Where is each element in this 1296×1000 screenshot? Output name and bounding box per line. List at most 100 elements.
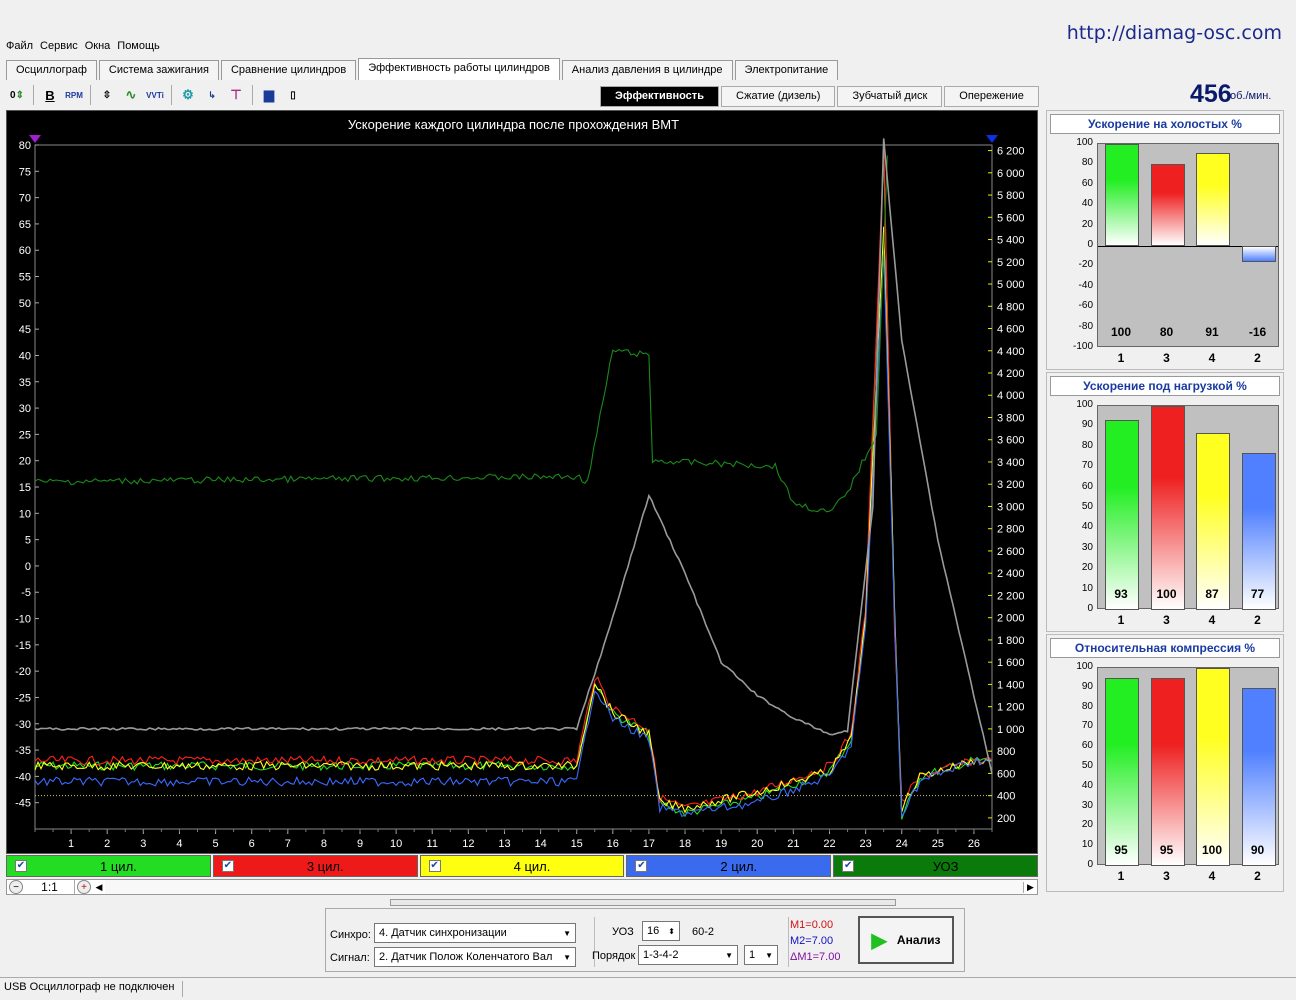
menu-help[interactable]: Помощь <box>117 40 160 52</box>
panel-load-acceleration: Ускорение под нагрузкой % 100 90 80 70 60 50 4… <box>1046 372 1284 632</box>
tab-cylinder-efficiency[interactable]: Эффективность работы цилиндров <box>358 58 560 80</box>
bar-value-label: 95 <box>1159 843 1174 857</box>
histogram-icon[interactable]: ▯ <box>282 84 304 106</box>
y-right-tick-label: 800 <box>997 746 1015 758</box>
bar-cyl-label: 3 <box>1163 869 1170 883</box>
x-tick-label: 23 <box>859 838 871 850</box>
y-right-tick-label: 3 400 <box>997 457 1025 469</box>
panel-title: Ускорение под нагрузкой % <box>1050 376 1280 396</box>
chevron-down-icon: ▼ <box>725 950 733 960</box>
panel-splitter[interactable] <box>390 899 896 906</box>
bar-cyl-1 <box>1105 677 1139 866</box>
y-left-tick-label: 60 <box>19 245 31 257</box>
bar-value-label: 80 <box>1159 325 1174 339</box>
legend-cyl-2[interactable]: ✔ 2 цил. <box>626 855 832 877</box>
spinner-arrows-icon[interactable]: ⬍ <box>668 927 675 936</box>
subtab-efficiency[interactable]: Эффективность <box>600 86 719 107</box>
bar-y-tick-label: 10 <box>1081 582 1093 594</box>
checkbox-icon[interactable]: ✔ <box>842 860 855 872</box>
subtab-advance[interactable]: Опережение <box>944 86 1039 107</box>
bar-y-tick-label: -80 <box>1078 320 1093 332</box>
legend-cyl-4[interactable]: ✔ 4 цил. <box>419 855 625 877</box>
menu-file[interactable]: Файл <box>6 40 33 52</box>
tab-ignition[interactable]: Система зажигания <box>98 60 219 80</box>
bar-y-tick-label: 60 <box>1081 740 1093 752</box>
vvti-icon[interactable]: VVTi <box>144 84 166 106</box>
zoom-level: 1:1 <box>25 880 75 894</box>
bar-value-label: 77 <box>1250 587 1265 601</box>
series-line-5 <box>34 155 888 513</box>
y-right-tick-label: 2 400 <box>997 568 1025 580</box>
zero-arrows-icon[interactable]: 0 ⇕ <box>6 84 28 106</box>
legend-uoz[interactable]: ✔ УОЗ <box>833 855 1038 877</box>
legend-cyl-3[interactable]: ✔ 3 цил. <box>212 855 418 877</box>
marker-m2: M2=7.00 <box>790 935 834 947</box>
order-select[interactable]: 1-3-4-2 ▼ <box>638 945 738 965</box>
scroll-right-icon[interactable]: ▶ <box>1023 881 1037 893</box>
subtab-toothed-disc[interactable]: Зубчатый диск <box>837 86 943 107</box>
teeth-value: 60-2 <box>692 926 715 938</box>
menu-service[interactable]: Сервис <box>40 40 78 52</box>
bar-graph <box>1097 667 1279 866</box>
scroll-left-icon[interactable]: ◀ <box>93 882 105 893</box>
y-left-tick-label: 25 <box>19 429 31 441</box>
bar-cyl-label: 2 <box>1254 613 1261 627</box>
waves-icon[interactable]: ∿ <box>120 84 142 106</box>
bar-value-label: 91 <box>1205 325 1219 339</box>
bar-y-tick-label: 90 <box>1081 419 1093 431</box>
marker-icon[interactable]: ⊤ <box>225 84 247 106</box>
y-right-tick-label: 5 400 <box>997 235 1025 247</box>
checkbox-icon[interactable]: ✔ <box>221 860 234 872</box>
bar-y-tick-label: 40 <box>1081 521 1093 533</box>
rpm-icon[interactable]: RPM <box>63 84 85 106</box>
horizontal-scrollbar[interactable] <box>105 880 1023 894</box>
bar-cyl-label: 1 <box>1117 869 1125 883</box>
signal-value: 2. Датчик Полож Коленчатого Вал <box>379 951 553 963</box>
bold-b-icon[interactable]: B <box>39 84 61 106</box>
y-right-tick-label: 2 800 <box>997 524 1025 536</box>
subtab-compression-diesel[interactable]: Сжатие (дизель) <box>720 86 836 107</box>
bar-cyl-label: 1 <box>1117 351 1125 365</box>
bar-y-tick-label: -40 <box>1078 279 1093 291</box>
sync-label: Синхро: <box>330 929 371 941</box>
checkbox-icon[interactable]: ✔ <box>15 860 27 872</box>
tab-pressure-analysis[interactable]: Анализ давления в цилиндре <box>561 60 733 80</box>
y-left-tick-label: 20 <box>19 456 31 468</box>
x-tick-label: 4 <box>176 838 182 850</box>
uoz-spinner[interactable]: 16 ⬍ <box>642 921 680 941</box>
y-left-tick-label: 0 <box>25 561 31 573</box>
signal-select[interactable]: 2. Датчик Полож Коленчатого Вал ▼ <box>374 947 576 967</box>
tab-oscilloscope[interactable]: Осциллограф <box>6 60 97 80</box>
checkbox-icon[interactable]: ✔ <box>428 860 441 872</box>
y-right-tick-label: 6 000 <box>997 168 1025 180</box>
tab-power-supply[interactable]: Электропитание <box>734 60 839 80</box>
bar-value-label: 100 <box>1201 843 1223 857</box>
bar-y-tick-label: 70 <box>1081 720 1093 732</box>
zoom-in-icon[interactable]: + <box>77 880 91 894</box>
tab-cylinder-compare[interactable]: Сравнение цилиндров <box>220 60 357 80</box>
legend-cyl-1[interactable]: ✔ 1 цил. <box>6 855 211 877</box>
bar-y-tick-label: 20 <box>1081 218 1093 230</box>
scale-icon[interactable]: ⇳ <box>96 84 118 106</box>
y-left-tick-label: -35 <box>15 745 31 757</box>
zoom-out-icon[interactable]: − <box>9 880 23 894</box>
y-right-tick-label: 2 000 <box>997 613 1025 625</box>
bars-chart-icon[interactable]: ▆ <box>258 84 280 106</box>
menu-windows[interactable]: Окна <box>85 40 111 52</box>
sync-select[interactable]: 4. Датчик синхронизации ▼ <box>374 923 576 943</box>
y-right-tick-label: 5 600 <box>997 212 1025 224</box>
x-tick-label: 6 <box>249 838 255 850</box>
step-1234-icon[interactable]: ↳ <box>201 84 223 106</box>
analyze-button[interactable]: ▶ Анализ <box>858 916 954 964</box>
cylinder-icon[interactable]: ⚙ <box>177 84 199 106</box>
checkbox-icon[interactable]: ✔ <box>635 860 648 872</box>
bar-value-label: 87 <box>1205 587 1219 601</box>
y-right-tick-label: 3 600 <box>997 435 1025 447</box>
bar-cyl-4 <box>1196 153 1230 246</box>
x-tick-label: 3 <box>140 838 146 850</box>
y-right-tick-label: 3 200 <box>997 479 1025 491</box>
oscilloscope-chart[interactable]: Ускорение каждого цилиндра после прохожд… <box>6 110 1038 854</box>
channel-legend: ✔ 1 цил. ✔ 3 цил. ✔ 4 цил. ✔ 2 цил. ✔ УОЗ <box>6 855 1038 877</box>
bar-y-tick-label: 100 <box>1076 399 1093 410</box>
order-start-select[interactable]: 1 ▼ <box>744 945 778 965</box>
